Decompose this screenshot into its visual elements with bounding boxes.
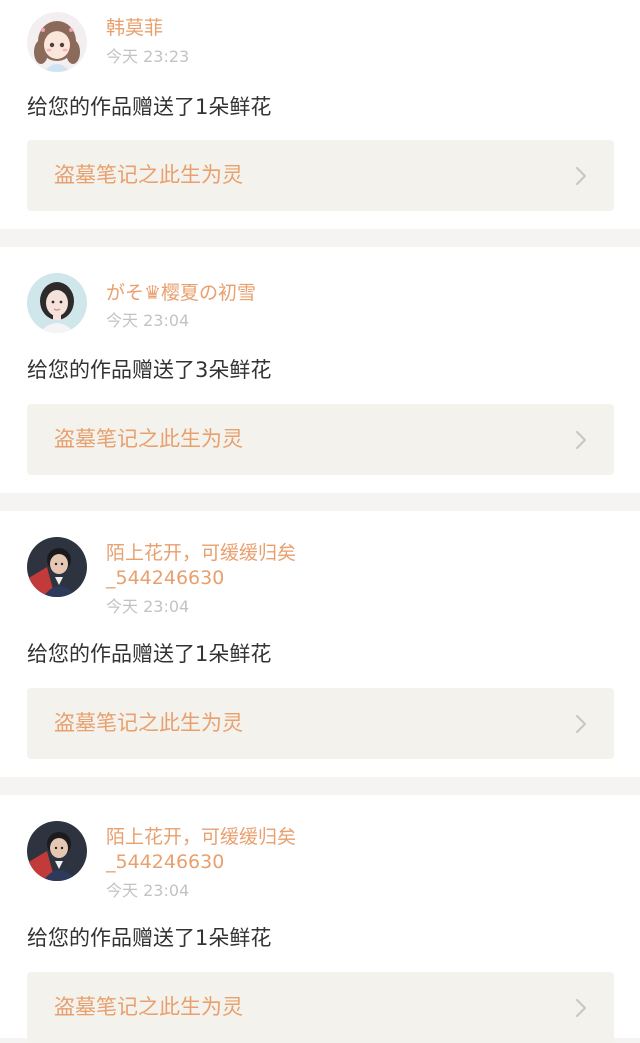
timestamp: 今天 23:04 (106, 311, 190, 330)
notification-card: がそ♛樱夏の初雪 今天 23:04 给您的作品赠送了3朵鲜花 盗墓笔记之此生为灵 (0, 247, 640, 493)
timestamp: 今天 23:04 (106, 881, 190, 900)
work-title: 盗墓笔记之此生为灵 (54, 711, 243, 735)
gift-message: 给您的作品赠送了1朵鲜花 (27, 926, 272, 950)
work-link-button[interactable]: 盗墓笔记之此生为灵 (27, 688, 614, 759)
man-portrait-avatar-icon[interactable] (27, 821, 87, 881)
chevron-right-icon (575, 166, 587, 186)
work-title: 盗墓笔记之此生为灵 (54, 427, 243, 451)
work-title: 盗墓笔记之此生为灵 (54, 163, 243, 187)
notification-card: 韩莫菲 今天 23:23 给您的作品赠送了1朵鲜花 盗墓笔记之此生为灵 (0, 0, 640, 229)
user-name[interactable]: 陌上花开，可缓缓归矣_544246630 (106, 541, 386, 591)
user-name[interactable]: 陌上花开，可缓缓归矣_544246630 (106, 825, 386, 875)
woman-portrait-avatar-icon[interactable] (27, 273, 87, 333)
notification-card: 陌上花开，可缓缓归矣_544246630 今天 23:04 给您的作品赠送了1朵… (0, 795, 640, 1043)
gift-message: 给您的作品赠送了1朵鲜花 (27, 642, 272, 666)
chevron-right-icon (575, 714, 587, 734)
user-name[interactable]: 韩莫菲 (106, 16, 386, 41)
work-title: 盗墓笔记之此生为灵 (54, 995, 243, 1019)
user-name[interactable]: がそ♛樱夏の初雪 (106, 281, 386, 306)
notification-card: 陌上花开，可缓缓归矣_544246630 今天 23:04 给您的作品赠送了1朵… (0, 511, 640, 777)
cartoon-girl-avatar-icon[interactable] (27, 12, 87, 72)
man-portrait-avatar-icon[interactable] (27, 537, 87, 597)
timestamp: 今天 23:04 (106, 597, 190, 616)
gift-message: 给您的作品赠送了3朵鲜花 (27, 358, 272, 382)
work-link-button[interactable]: 盗墓笔记之此生为灵 (27, 972, 614, 1043)
chevron-right-icon (575, 998, 587, 1018)
timestamp: 今天 23:23 (106, 47, 190, 66)
work-link-button[interactable]: 盗墓笔记之此生为灵 (27, 404, 614, 475)
gift-message: 给您的作品赠送了1朵鲜花 (27, 95, 272, 119)
chevron-right-icon (575, 430, 587, 450)
work-link-button[interactable]: 盗墓笔记之此生为灵 (27, 140, 614, 211)
